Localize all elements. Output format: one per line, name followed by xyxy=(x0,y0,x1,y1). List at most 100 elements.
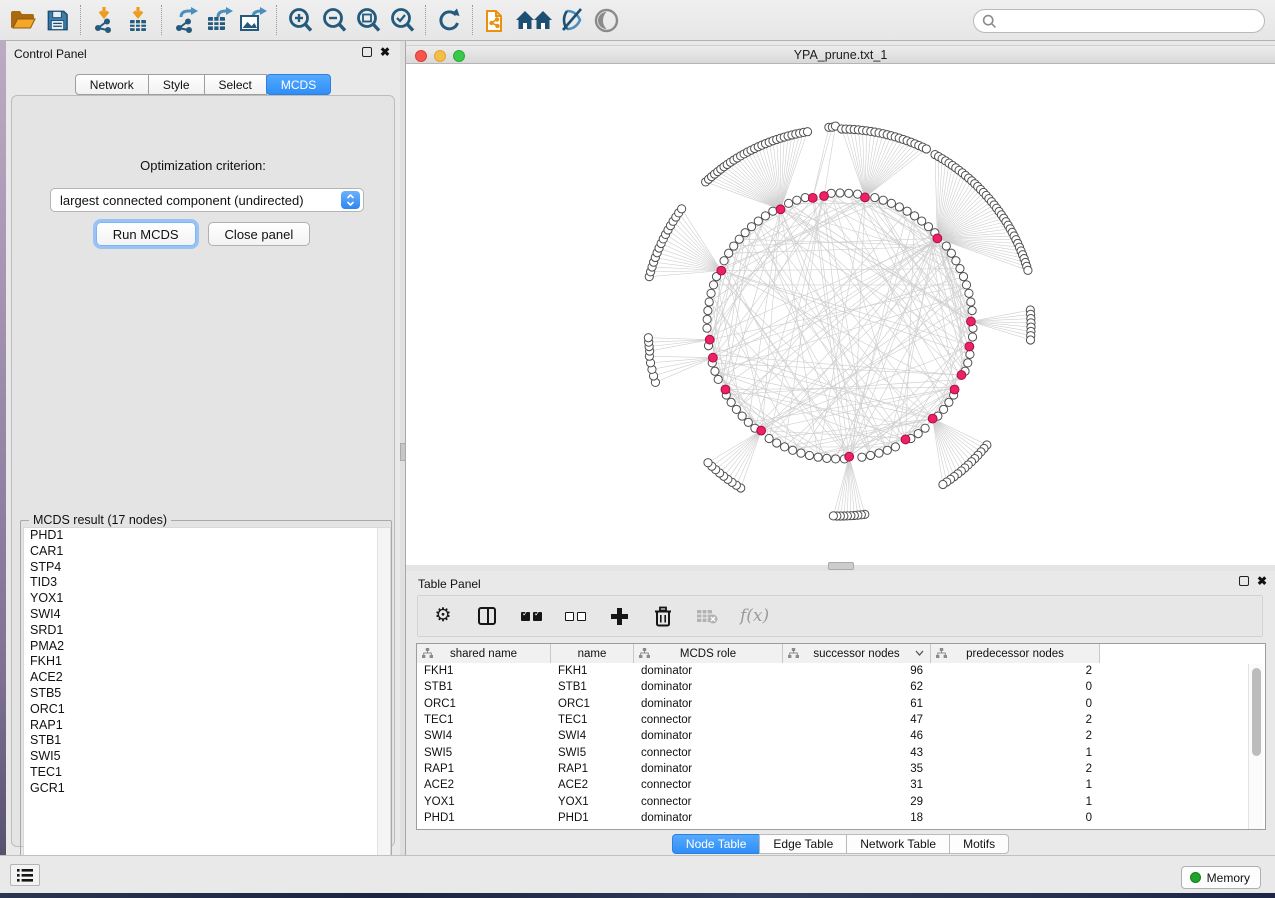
tab-network-table[interactable]: Network Table xyxy=(846,834,950,854)
mcds-result-item[interactable]: STB1 xyxy=(24,733,390,749)
column-header-shared-name[interactable]: shared name xyxy=(417,644,551,663)
close-panel-button[interactable]: Close panel xyxy=(208,222,311,246)
search-input[interactable] xyxy=(997,14,1264,28)
node-table[interactable]: shared namenameMCDS rolesuccessor nodesp… xyxy=(416,643,1266,830)
mcds-result-item[interactable]: TID3 xyxy=(24,575,390,591)
share-network-document-button[interactable] xyxy=(479,4,513,36)
table-row[interactable]: ACE2ACE2connector311 xyxy=(417,777,1249,793)
save-session-button[interactable] xyxy=(40,4,74,36)
cell-successor-nodes: 18 xyxy=(783,812,931,824)
network-graph-svg[interactable] xyxy=(406,64,1275,565)
table-row[interactable]: TEC1TEC1connector472 xyxy=(417,712,1249,728)
mcds-result-item[interactable]: TEC1 xyxy=(24,765,390,781)
select-all-button[interactable] xyxy=(520,604,542,628)
tab-mcds[interactable]: MCDS xyxy=(266,74,331,95)
float-table-panel-icon[interactable] xyxy=(1239,576,1249,586)
mcds-result-item[interactable]: PHD1 xyxy=(24,528,390,544)
import-network-button[interactable] xyxy=(87,4,121,36)
import-table-button[interactable] xyxy=(121,4,155,36)
table-row[interactable]: YOX1YOX1connector291 xyxy=(417,793,1249,809)
control-panel: Control Panel ✖ NetworkStyleSelectMCDS O… xyxy=(6,41,400,855)
mcds-result-item[interactable]: STB5 xyxy=(24,686,390,702)
network-window-titlebar[interactable]: YPA_prune.txt_1 xyxy=(406,45,1275,64)
window-minimize-button[interactable] xyxy=(434,50,446,62)
table-panel-title: Table Panel xyxy=(418,577,481,591)
column-header-predecessor-nodes[interactable]: predecessor nodes xyxy=(931,644,1100,663)
settings-gear-button[interactable]: ⚙ xyxy=(432,604,454,628)
table-header-row: shared namenameMCDS rolesuccessor nodesp… xyxy=(417,644,1100,663)
tab-motifs[interactable]: Motifs xyxy=(949,834,1009,854)
network-document-icon xyxy=(484,6,509,34)
zoom-out-button[interactable] xyxy=(317,4,351,36)
memory-label: Memory xyxy=(1207,871,1250,885)
mcds-result-item[interactable]: CAR1 xyxy=(24,544,390,560)
toolbar-separator xyxy=(276,5,277,35)
mcds-result-item[interactable]: SWI5 xyxy=(24,749,390,765)
tab-style[interactable]: Style xyxy=(148,74,205,95)
task-history-button[interactable] xyxy=(10,864,40,886)
table-scrollbar-thumb[interactable] xyxy=(1252,668,1261,756)
hide-annotations-button[interactable] xyxy=(555,4,589,36)
table-row[interactable]: PHD1PHD1dominator180 xyxy=(417,810,1249,826)
table-row[interactable]: SWI5SWI5connector431 xyxy=(417,744,1249,760)
window-maximize-button[interactable] xyxy=(453,50,465,62)
run-mcds-button[interactable]: Run MCDS xyxy=(96,222,196,246)
export-image-button[interactable] xyxy=(236,4,270,36)
preview-eye-button[interactable] xyxy=(589,4,623,36)
column-header-MCDS-role[interactable]: MCDS role xyxy=(634,644,783,663)
close-table-panel-icon[interactable]: ✖ xyxy=(1257,576,1267,586)
mcds-result-list[interactable]: PHD1CAR1STP4TID3YOX1SWI4SRD1PMA2FKH1ACE2… xyxy=(23,527,391,891)
mcds-result-item[interactable]: GCR1 xyxy=(24,781,390,797)
tab-select[interactable]: Select xyxy=(204,74,267,95)
cell-name: STB1 xyxy=(551,681,634,693)
table-row[interactable]: STB1STB1dominator620 xyxy=(417,679,1249,695)
tab-network[interactable]: Network xyxy=(75,74,149,95)
main-toolbar xyxy=(0,0,1275,41)
close-panel-icon[interactable]: ✖ xyxy=(380,47,390,57)
table-row[interactable]: FKH1FKH1dominator962 xyxy=(417,663,1249,679)
horizontal-splitter-handle[interactable] xyxy=(828,562,854,570)
mcds-result-item[interactable]: YOX1 xyxy=(24,591,390,607)
table-row[interactable]: RAP1RAP1dominator352 xyxy=(417,761,1249,777)
table-scrollbar[interactable] xyxy=(1248,664,1263,829)
export-table-button[interactable] xyxy=(202,4,236,36)
tab-node-table[interactable]: Node Table xyxy=(672,834,761,854)
table-row[interactable]: ORC1ORC1dominator610 xyxy=(417,696,1249,712)
network-canvas[interactable] xyxy=(406,64,1275,565)
search-box[interactable] xyxy=(973,9,1265,33)
delete-column-button[interactable] xyxy=(652,604,674,628)
show-columns-button[interactable] xyxy=(476,604,498,628)
table-row[interactable]: SWI4SWI4dominator462 xyxy=(417,728,1249,744)
mcds-result-item[interactable]: PMA2 xyxy=(24,639,390,655)
cell-shared-name: FKH1 xyxy=(417,665,551,677)
column-header-name[interactable]: name xyxy=(551,644,634,663)
mcds-result-item[interactable]: FKH1 xyxy=(24,654,390,670)
mcds-result-item[interactable]: RAP1 xyxy=(24,718,390,734)
tab-edge-table[interactable]: Edge Table xyxy=(759,834,847,854)
criterion-select[interactable]: largest connected component (undirected) xyxy=(50,188,364,212)
mcds-result-item[interactable]: STP4 xyxy=(24,560,390,576)
mcds-result-group: MCDS result (17 nodes) PHD1CAR1STP4TID3Y… xyxy=(20,520,392,892)
mcds-result-item[interactable]: ACE2 xyxy=(24,670,390,686)
hide-glasses-icon xyxy=(558,7,586,33)
cell-shared-name: TEC1 xyxy=(417,714,551,726)
toolbar-separator xyxy=(161,5,162,35)
mcds-result-item[interactable]: ORC1 xyxy=(24,702,390,718)
zoom-in-button[interactable] xyxy=(283,4,317,36)
column-header-successor-nodes[interactable]: successor nodes xyxy=(783,644,931,663)
mcds-result-item[interactable]: SRD1 xyxy=(24,623,390,639)
cell-name: YOX1 xyxy=(551,796,634,808)
memory-button[interactable]: Memory xyxy=(1181,866,1261,889)
open-session-button[interactable] xyxy=(6,4,40,36)
zoom-fit-button[interactable] xyxy=(351,4,385,36)
deselect-all-button[interactable] xyxy=(564,604,586,628)
export-network-button[interactable] xyxy=(168,4,202,36)
add-column-button[interactable] xyxy=(608,604,630,628)
mcds-result-item[interactable]: SWI4 xyxy=(24,607,390,623)
float-panel-icon[interactable] xyxy=(362,47,372,57)
refresh-button[interactable] xyxy=(432,4,466,36)
home-networks-button[interactable] xyxy=(513,4,555,36)
window-close-button[interactable] xyxy=(415,50,427,62)
zoom-selected-button[interactable] xyxy=(385,4,419,36)
mcds-list-scrollbar[interactable] xyxy=(377,528,390,890)
